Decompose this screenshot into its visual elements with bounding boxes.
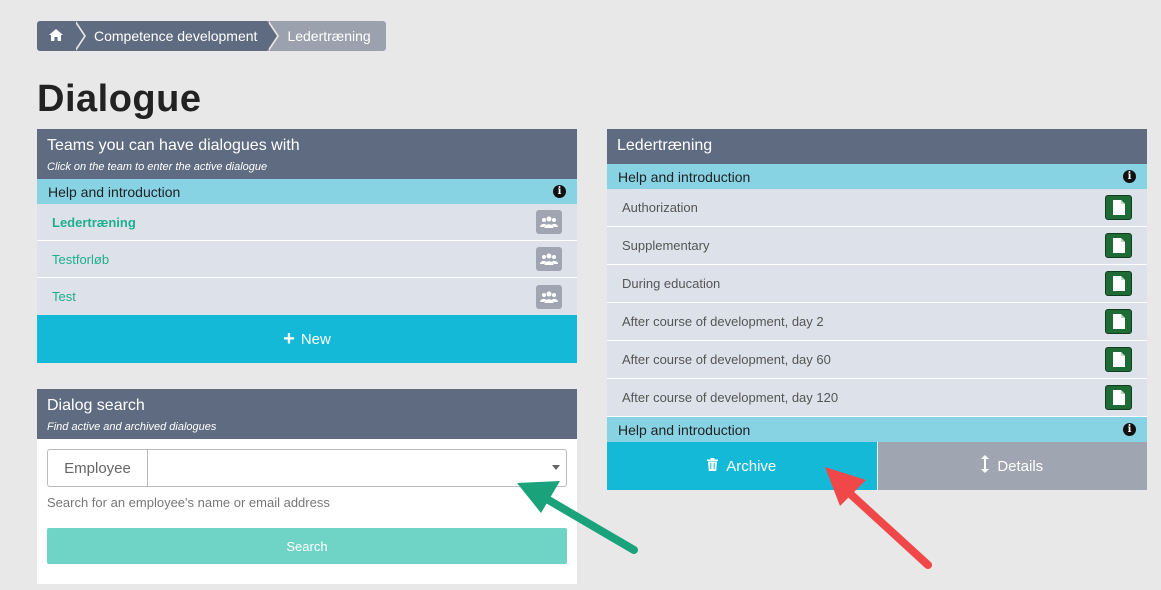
document-label: Authorization — [622, 200, 698, 215]
team-item-testforloeb[interactable]: Testforløb — [37, 241, 577, 278]
search-body: Employee Search for an employee's name o… — [37, 439, 577, 574]
document-label: After course of development, day 120 — [622, 390, 839, 405]
breadcrumb-current: Ledertræning — [267, 21, 386, 51]
dialogue-actions: Archive Details — [607, 442, 1147, 490]
help-label: Help and introduction — [618, 168, 751, 185]
employee-label: Employee — [48, 450, 148, 486]
teams-panel: Teams you can have dialogues with Click … — [37, 129, 577, 363]
search-hint: Search for an employee's name or email a… — [47, 495, 330, 510]
dialogue-help-row-bottom[interactable]: Help and introduction i — [607, 417, 1147, 442]
plus-icon: + — [283, 328, 295, 350]
teams-panel-header: Teams you can have dialogues with Click … — [37, 129, 577, 179]
info-icon[interactable]: i — [1123, 170, 1136, 183]
document-row[interactable]: During education — [607, 265, 1147, 303]
team-label: Test — [52, 289, 76, 304]
document-row[interactable]: After course of development, day 2 — [607, 303, 1147, 341]
team-label: Ledertræning — [52, 214, 136, 230]
team-label: Testforløb — [52, 251, 110, 267]
group-icon[interactable] — [536, 284, 562, 309]
document-icon[interactable] — [1105, 385, 1132, 410]
archive-button[interactable]: Archive — [607, 442, 878, 490]
chevron-down-icon[interactable] — [552, 465, 560, 470]
document-row[interactable]: After course of development, day 120 — [607, 379, 1147, 417]
new-button-label: New — [300, 330, 331, 348]
info-icon[interactable]: i — [553, 185, 566, 198]
employee-combobox[interactable]: Employee — [47, 449, 567, 487]
document-label: After course of development, day 60 — [622, 352, 831, 367]
dialog-search-panel: Dialog search Find active and archived d… — [37, 389, 577, 584]
dialogue-panel-title: Ledertræning — [617, 137, 713, 154]
group-icon[interactable] — [536, 210, 562, 234]
archive-label: Archive — [726, 457, 777, 475]
help-label: Help and introduction — [48, 183, 181, 200]
info-icon[interactable]: i — [1123, 423, 1136, 436]
search-button[interactable]: Search — [47, 528, 567, 564]
document-icon[interactable] — [1105, 347, 1132, 372]
document-icon[interactable] — [1105, 309, 1132, 334]
trash-icon — [707, 457, 719, 475]
dialogue-help-row-top[interactable]: Help and introduction i — [607, 164, 1147, 189]
document-icon[interactable] — [1105, 271, 1132, 296]
document-label: After course of development, day 2 — [622, 314, 824, 329]
details-label: Details — [997, 457, 1044, 475]
employee-select[interactable] — [148, 450, 566, 486]
help-label: Help and introduction — [618, 421, 751, 438]
document-row[interactable]: After course of development, day 60 — [607, 341, 1147, 379]
page-title: Dialogue — [37, 78, 202, 120]
home-icon — [48, 28, 63, 44]
breadcrumb: Competence development Ledertræning — [37, 21, 386, 51]
details-button[interactable]: Details — [877, 442, 1147, 490]
team-item-ledertraening[interactable]: Ledertræning — [37, 204, 577, 241]
search-panel-title: Dialog search — [47, 397, 145, 414]
document-icon[interactable] — [1105, 195, 1132, 220]
teams-panel-title: Teams you can have dialogues with — [47, 137, 300, 154]
document-label: During education — [622, 276, 721, 291]
teams-help-row[interactable]: Help and introduction i — [37, 179, 577, 204]
teams-panel-subtitle: Click on the team to enter the active di… — [47, 161, 268, 173]
vertical-resize-icon — [981, 455, 990, 477]
new-dialogue-button[interactable]: + New — [37, 315, 577, 363]
document-label: Supplementary — [622, 238, 710, 253]
document-list: Authorization Supplementary During educati… — [607, 189, 1147, 417]
document-icon[interactable] — [1105, 233, 1132, 258]
dialogue-panel-header: Ledertræning — [607, 129, 1147, 164]
breadcrumb-home[interactable] — [37, 21, 86, 51]
document-row[interactable]: Supplementary — [607, 227, 1147, 265]
document-row[interactable]: Authorization — [607, 189, 1147, 227]
team-item-test[interactable]: Test — [37, 278, 577, 315]
search-panel-subtitle: Find active and archived dialogues — [47, 421, 217, 433]
breadcrumb-competence-development[interactable]: Competence development — [74, 21, 280, 51]
group-icon[interactable] — [536, 247, 562, 271]
search-panel-header: Dialog search Find active and archived d… — [37, 389, 577, 439]
dialogue-panel: Ledertræning Help and introduction i Aut… — [607, 129, 1147, 490]
